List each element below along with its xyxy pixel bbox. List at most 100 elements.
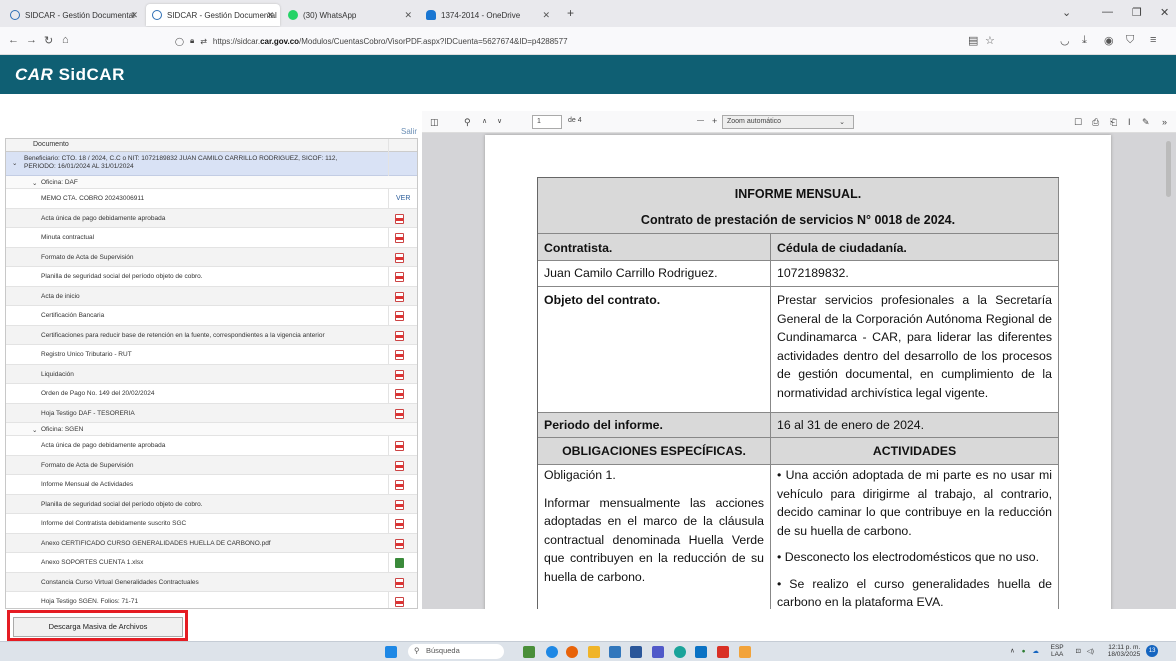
- pocket-icon[interactable]: ◡: [1060, 34, 1070, 47]
- find-icon[interactable]: ⚲: [464, 117, 471, 128]
- previous-page-icon[interactable]: ∧: [482, 117, 487, 125]
- document-row[interactable]: Planilla de seguridad social del período…: [6, 494, 417, 514]
- pdf-viewer[interactable]: INFORME MENSUAL. Contrato de prestación …: [422, 133, 1176, 609]
- firefox-icon[interactable]: [566, 646, 578, 658]
- browser-tab-3[interactable]: (30) WhatsApp ✕: [282, 4, 418, 26]
- teams-icon[interactable]: [652, 646, 664, 658]
- close-tab-icon[interactable]: ✕: [130, 10, 138, 21]
- pdf-file-icon[interactable]: [395, 291, 404, 302]
- clock[interactable]: 12:11 p. m. 18/03/2025: [1108, 644, 1141, 658]
- acrobat-icon[interactable]: [717, 646, 729, 658]
- zoom-select[interactable]: Zoom automático ⌄: [722, 115, 854, 129]
- list-tabs-icon[interactable]: ⌄: [1062, 6, 1071, 19]
- save-icon[interactable]: ⎗: [1110, 117, 1117, 128]
- word-icon[interactable]: [630, 646, 642, 658]
- notification-badge[interactable]: 13: [1146, 645, 1159, 657]
- document-row[interactable]: Informe Mensual de Actividades: [6, 475, 417, 495]
- bookmark-star-icon[interactable]: ☆: [985, 34, 995, 47]
- document-row[interactable]: Formato de Acta de Supervisión: [6, 455, 417, 475]
- tray-arrow-icon[interactable]: ∧: [1010, 648, 1015, 655]
- pdf-file-icon[interactable]: [395, 272, 404, 282]
- document-row[interactable]: Certificación Bancaria: [6, 306, 417, 326]
- pdf-file-icon[interactable]: [395, 577, 404, 588]
- home-icon[interactable]: ⌂: [62, 34, 69, 46]
- file-explorer-icon[interactable]: [588, 646, 600, 658]
- collapse-icon[interactable]: ⌄: [32, 179, 37, 187]
- edge-icon[interactable]: [546, 646, 558, 658]
- forward-icon[interactable]: →: [26, 34, 37, 46]
- new-tab-button[interactable]: +: [567, 6, 574, 20]
- windows-start-icon[interactable]: [385, 646, 397, 658]
- browser-tab-2[interactable]: SIDCAR - Gestión Documental ✕: [146, 4, 280, 26]
- document-row[interactable]: Hoja Testigo SGEN. Folios: 71-71: [6, 592, 417, 608]
- pdf-file-icon[interactable]: [395, 369, 404, 380]
- sidebar-toggle-icon[interactable]: ◫: [430, 117, 439, 128]
- browser-tab-1[interactable]: SIDCAR - Gestión Documental ✕: [4, 4, 144, 26]
- excel-file-icon[interactable]: [395, 558, 404, 568]
- beneficiary-group-row[interactable]: ⌄ Beneficiario: CTO. 18 / 2024, C.C o NI…: [6, 152, 417, 176]
- close-tab-icon[interactable]: ✕: [266, 10, 274, 21]
- document-row[interactable]: Anexo CERTIFICADO CURSO GENERALIDADES HU…: [6, 533, 417, 553]
- language-indicator[interactable]: ESP LAA: [1051, 644, 1064, 658]
- pdf-file-icon[interactable]: [395, 460, 404, 471]
- pdf-file-icon[interactable]: [395, 519, 404, 529]
- reader-view-icon[interactable]: ▤: [968, 34, 978, 47]
- document-row[interactable]: Acta de inicio: [6, 286, 417, 306]
- pdf-file-icon[interactable]: [395, 499, 404, 510]
- pdf-file-icon[interactable]: [395, 389, 404, 399]
- minimize-icon[interactable]: —: [1102, 6, 1113, 18]
- more-tools-icon[interactable]: »: [1162, 117, 1167, 127]
- page-number-input[interactable]: 1: [532, 115, 562, 129]
- tray-cloud-icon[interactable]: ☁: [1032, 648, 1039, 655]
- pdf-file-icon[interactable]: [395, 480, 404, 490]
- close-tab-icon[interactable]: ✕: [404, 10, 412, 21]
- app-icon[interactable]: [739, 646, 751, 658]
- extensions-icon[interactable]: ⛉: [1126, 34, 1134, 47]
- outlook-icon[interactable]: [695, 646, 707, 658]
- office-row-daf[interactable]: ⌄ Oficina: DAF: [6, 176, 417, 189]
- downloads-icon[interactable]: ⤓: [1082, 34, 1087, 47]
- document-row[interactable]: MEMO CTA. COBRO 20243006911 VER: [6, 189, 417, 209]
- close-window-icon[interactable]: ✕: [1160, 6, 1169, 19]
- open-file-icon[interactable]: ☐: [1074, 117, 1082, 128]
- account-icon[interactable]: ◉: [1104, 34, 1114, 47]
- view-link[interactable]: VER: [396, 195, 410, 202]
- document-row[interactable]: Certificaciones para reducir base de ret…: [6, 325, 417, 345]
- pdf-file-icon[interactable]: [395, 538, 404, 549]
- pdf-file-icon[interactable]: [395, 408, 404, 419]
- document-row[interactable]: Anexo SOPORTES CUENTA 1.xlsx: [6, 553, 417, 573]
- store-icon[interactable]: [609, 646, 621, 658]
- url-bar[interactable]: ◯ 🔒︎ ⇄ https://sidcar. car.gov.co/Modulos…: [175, 32, 995, 50]
- document-row[interactable]: Orden de Pago No. 149 del 20/02/2024: [6, 384, 417, 404]
- document-row[interactable]: Acta única de pago debidamente aprobada: [6, 436, 417, 456]
- browser-tab-4[interactable]: 1374-2014 - OneDrive ✕: [420, 4, 556, 26]
- pdf-file-icon[interactable]: [395, 350, 404, 360]
- pdf-file-icon[interactable]: [395, 441, 404, 451]
- zoom-out-button[interactable]: —: [697, 117, 704, 124]
- volume-icon[interactable]: ◁): [1087, 648, 1094, 655]
- document-row[interactable]: Registro Unico Tributario - RUT: [6, 345, 417, 365]
- taskbar-search[interactable]: ⚲ Búsqueda: [408, 644, 504, 659]
- text-tool-icon[interactable]: I: [1128, 117, 1131, 127]
- pdf-file-icon[interactable]: [395, 330, 404, 341]
- reload-icon[interactable]: ↻: [44, 34, 53, 47]
- pdf-file-icon[interactable]: [395, 597, 404, 607]
- document-row[interactable]: Formato de Acta de Supervisión: [6, 247, 417, 267]
- chrome-icon[interactable]: [674, 646, 686, 658]
- draw-tool-icon[interactable]: ✎: [1142, 117, 1150, 128]
- network-icon[interactable]: ⊡: [1075, 648, 1080, 655]
- menu-icon[interactable]: ≡: [1150, 34, 1156, 46]
- tray-app-icon[interactable]: ●: [1022, 648, 1026, 655]
- widgets-icon[interactable]: [523, 646, 535, 658]
- pdf-file-icon[interactable]: [395, 311, 404, 321]
- office-row-sgen[interactable]: ⌄ Oficina: SGEN: [6, 423, 417, 436]
- close-tab-icon[interactable]: ✕: [542, 10, 550, 21]
- collapse-icon[interactable]: ⌄: [12, 160, 17, 168]
- document-row[interactable]: Minuta contractual: [6, 228, 417, 248]
- collapse-icon[interactable]: ⌄: [32, 426, 37, 434]
- next-page-icon[interactable]: ∨: [497, 117, 502, 125]
- pdf-file-icon[interactable]: [395, 213, 404, 224]
- pdf-file-icon[interactable]: [395, 233, 404, 243]
- salir-link[interactable]: Salir: [401, 127, 417, 136]
- document-row[interactable]: Acta única de pago debidamente aprobada: [6, 208, 417, 228]
